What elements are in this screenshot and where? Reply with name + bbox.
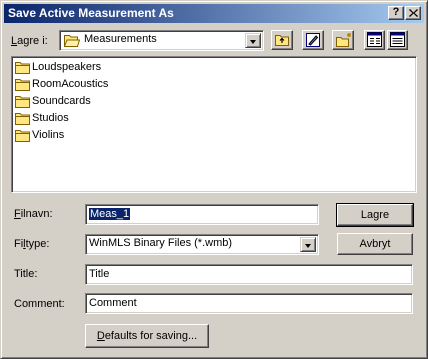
look-in-label: Lagre i: <box>11 35 48 47</box>
new-folder-icon <box>336 33 351 47</box>
filename-value: Meas_1 <box>89 208 131 220</box>
comment-label: Comment: <box>14 298 65 310</box>
close-button[interactable] <box>405 6 421 20</box>
title-value: Title <box>89 268 110 280</box>
folder-name: RoomAcoustics <box>32 78 109 90</box>
defaults-for-saving-button[interactable]: Defaults for saving... <box>85 324 209 348</box>
filename-input[interactable]: Meas_1 <box>85 204 319 225</box>
look-in-combo[interactable]: Measurements <box>59 30 264 51</box>
folder-name: Soundcards <box>32 95 91 107</box>
new-folder-button[interactable] <box>332 30 354 50</box>
folder-icon <box>15 113 30 125</box>
folder-icon <box>15 62 30 74</box>
list-view-icon <box>367 32 382 47</box>
title-label: Title: <box>14 268 38 280</box>
save-button-label: Lagre <box>360 209 390 221</box>
cancel-button-label: Avbryt <box>359 238 391 250</box>
folder-name: Studios <box>32 112 69 124</box>
filetype-dropdown-button[interactable] <box>300 237 316 252</box>
window-title: Save Active Measurement As <box>8 6 174 20</box>
defaults-button-label: Defaults for saving... <box>96 330 198 342</box>
up-one-level-button[interactable] <box>271 30 293 50</box>
comment-value: Comment <box>89 297 137 309</box>
list-view-button[interactable] <box>364 30 385 50</box>
filetype-value: WinMLS Binary Files (*.wmb) <box>89 237 233 249</box>
folder-icon <box>15 96 30 108</box>
save-dialog-window: Save Active Measurement As ? Lagre i: Me… <box>0 0 428 359</box>
help-button[interactable]: ? <box>388 6 404 20</box>
folder-open-icon <box>64 35 80 47</box>
desktop-button[interactable] <box>302 30 324 50</box>
look-in-dropdown-button[interactable] <box>245 33 261 48</box>
filetype-label: Filtype: <box>14 238 50 250</box>
close-icon <box>408 9 418 17</box>
comment-input[interactable]: Comment <box>85 293 413 314</box>
cancel-button[interactable]: Avbryt <box>337 233 413 255</box>
file-list[interactable]: Loudspeakers RoomAcoustics Soundcards St… <box>11 56 417 193</box>
folder-icon <box>15 130 30 142</box>
folder-name: Violins <box>32 129 65 141</box>
desktop-icon <box>306 33 320 47</box>
filename-label: Filnavn: <box>14 208 53 220</box>
up-one-level-icon <box>275 35 289 46</box>
save-button[interactable]: Lagre <box>336 203 414 227</box>
details-view-button[interactable] <box>387 30 408 50</box>
look-in-value: Measurements <box>84 33 157 45</box>
details-view-icon <box>390 32 405 47</box>
folder-icon <box>15 79 30 91</box>
folder-name: Loudspeakers <box>32 61 102 73</box>
title-input[interactable]: Title <box>85 264 413 285</box>
title-bar[interactable]: Save Active Measurement As ? <box>4 4 424 23</box>
filetype-combo[interactable]: WinMLS Binary Files (*.wmb) <box>85 234 319 255</box>
